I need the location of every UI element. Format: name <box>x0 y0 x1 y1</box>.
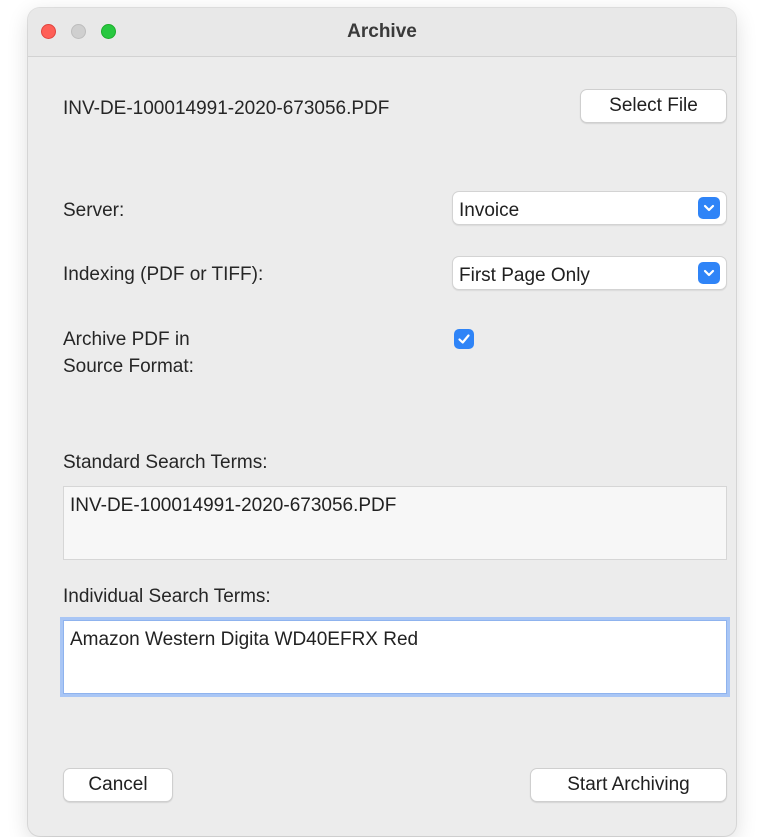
select-file-button[interactable]: Select File <box>580 89 727 123</box>
server-label: Server: <box>63 200 125 221</box>
start-archiving-button[interactable]: Start Archiving <box>530 768 727 802</box>
archive-pdf-label-line1: Archive PDF in <box>63 329 190 350</box>
chevron-down-icon <box>698 197 720 219</box>
checkmark-icon <box>458 334 470 344</box>
standard-search-terms-value: INV-DE-100014991-2020-673056.PDF <box>70 495 397 516</box>
server-select[interactable]: Invoice <box>452 191 727 225</box>
indexing-select[interactable]: First Page Only <box>452 256 727 290</box>
server-select-value: Invoice <box>459 200 520 221</box>
archive-pdf-checkbox[interactable] <box>454 329 474 349</box>
indexing-label: Indexing (PDF or TIFF): <box>63 264 264 285</box>
indexing-select-value: First Page Only <box>459 265 590 286</box>
individual-search-terms-field[interactable]: Amazon Western Digita WD40EFRX Red <box>63 620 727 694</box>
cancel-button[interactable]: Cancel <box>63 768 173 802</box>
chevron-down-icon <box>698 262 720 284</box>
title-bar: Archive <box>28 8 736 57</box>
archive-dialog: Archive INV-DE-100014991-2020-673056.PDF… <box>28 8 736 836</box>
individual-search-terms-label: Individual Search Terms: <box>63 586 271 607</box>
standard-search-terms-label: Standard Search Terms: <box>63 452 268 473</box>
standard-search-terms-field[interactable]: INV-DE-100014991-2020-673056.PDF <box>63 486 727 560</box>
archive-pdf-label-line2: Source Format: <box>63 356 194 377</box>
individual-search-terms-value: Amazon Western Digita WD40EFRX Red <box>70 629 419 650</box>
file-name-label: INV-DE-100014991-2020-673056.PDF <box>63 98 390 119</box>
window-title: Archive <box>347 21 417 42</box>
